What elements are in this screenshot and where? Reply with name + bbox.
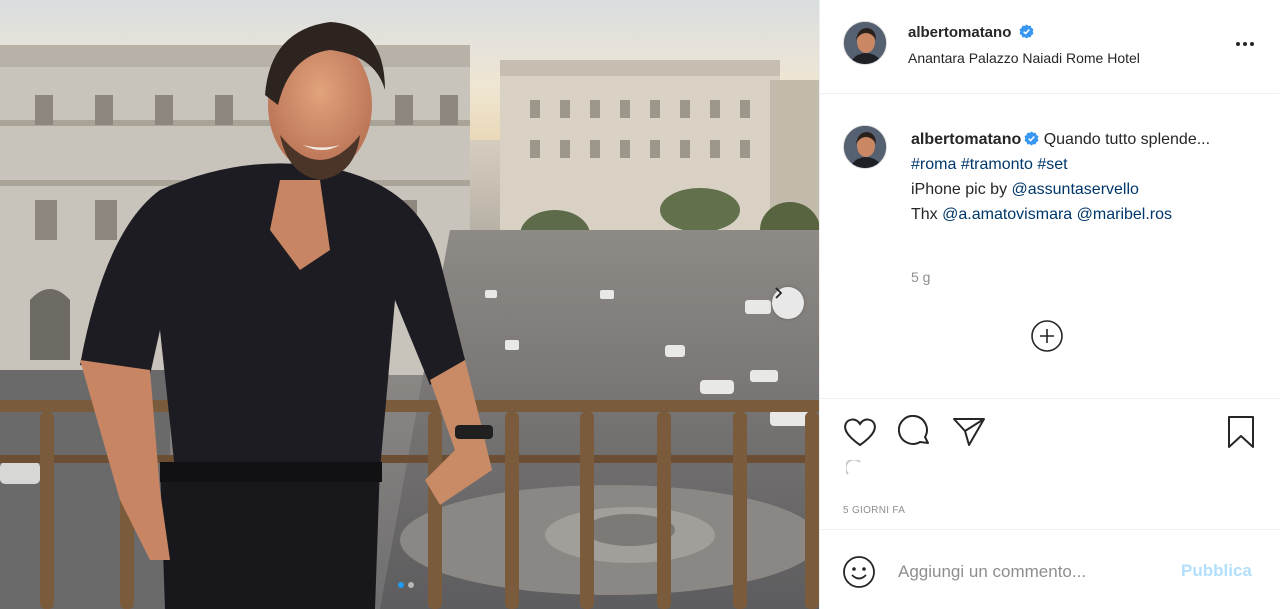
caption-timestamp[interactable]: 5 g [911, 269, 930, 285]
caption-text: Quando tutto splende... [1043, 131, 1211, 148]
bookmark-icon[interactable] [1223, 414, 1259, 450]
avatar[interactable] [843, 21, 887, 65]
carousel-indicator [398, 582, 414, 588]
carousel-dot [408, 582, 414, 588]
more-options-icon[interactable] [1230, 34, 1260, 54]
caption-section: albertomatano Quando tutto splende... #r… [820, 95, 1279, 399]
post-sidebar: albertomatano Anantara Palazzo Naiadi Ro… [819, 0, 1280, 609]
username-text[interactable]: albertomatano [908, 24, 1011, 41]
loading-spinner-icon [846, 460, 861, 475]
verified-badge-icon [1019, 24, 1033, 39]
mention-link[interactable]: @maribel.ros [1077, 206, 1172, 223]
post-caption: albertomatano Quando tutto splende... #r… [911, 127, 1211, 227]
add-circle-icon[interactable] [1031, 320, 1063, 352]
share-icon[interactable] [951, 414, 987, 450]
post-date[interactable]: 5 GIORNI FA [843, 505, 905, 516]
emoji-icon[interactable] [842, 555, 876, 589]
photo-scene [0, 0, 819, 609]
publish-button[interactable]: Pubblica [1181, 561, 1252, 581]
chevron-right-icon [775, 287, 783, 299]
verified-badge-icon [1024, 131, 1039, 146]
comment-bar: Pubblica [820, 531, 1279, 609]
avatar[interactable] [843, 125, 887, 169]
carousel-next-button[interactable] [772, 287, 804, 319]
mention-link[interactable]: @assuntaservello [1012, 181, 1139, 198]
post-header: albertomatano Anantara Palazzo Naiadi Ro… [820, 0, 1279, 94]
post-actions: 5 GIORNI FA [820, 400, 1279, 530]
credit-prefix: iPhone pic by [911, 181, 1008, 198]
hashtag-link[interactable]: #tramonto [961, 156, 1033, 173]
hashtag-link[interactable]: #roma [911, 156, 956, 173]
carousel-dot-active [398, 582, 404, 588]
comment-input[interactable] [898, 559, 1168, 585]
caption-username[interactable]: albertomatano [911, 131, 1021, 148]
post-location[interactable]: Anantara Palazzo Naiadi Rome Hotel [908, 50, 1140, 66]
hashtag-link[interactable]: #set [1037, 156, 1067, 173]
thanks-prefix: Thx [911, 206, 938, 223]
comment-icon[interactable] [897, 414, 933, 450]
mention-link[interactable]: @a.amatovismara [942, 206, 1072, 223]
post-author-username[interactable]: albertomatano [908, 24, 1034, 41]
post-photo[interactable] [0, 0, 819, 609]
heart-icon[interactable] [842, 414, 878, 450]
